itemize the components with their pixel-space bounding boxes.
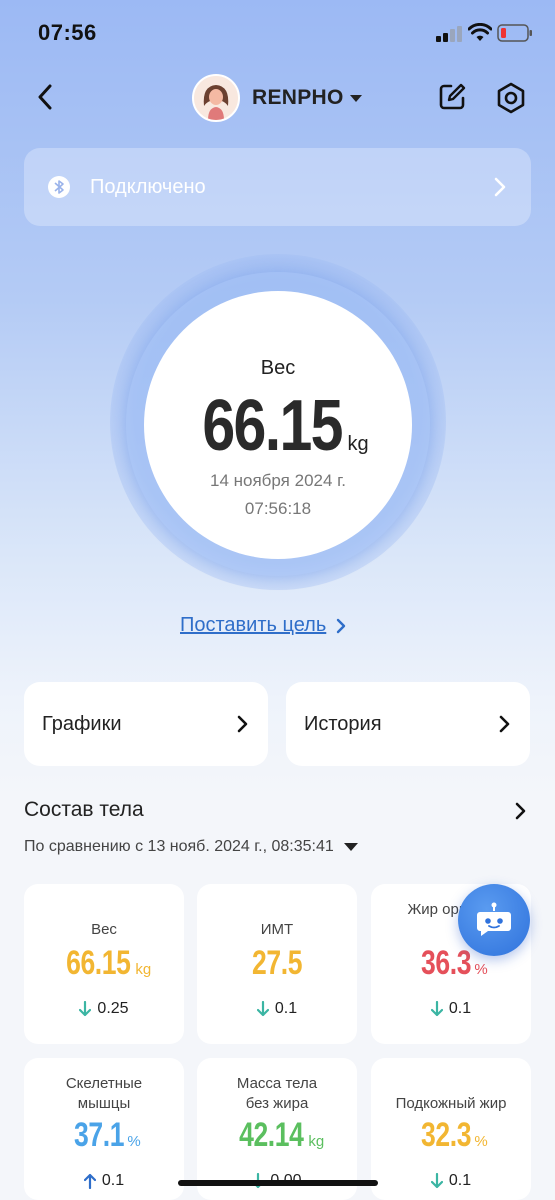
bluetooth-icon: [48, 176, 70, 198]
chevron-right-icon[interactable]: [515, 802, 527, 820]
chevron-right-icon: [499, 715, 510, 733]
metric-value: 32.3: [421, 1116, 472, 1154]
metric-value: 37.1: [74, 1116, 125, 1154]
chevron-right-icon: [237, 715, 248, 733]
weight-unit: kg: [347, 433, 369, 455]
gear-icon: [497, 82, 525, 114]
metric-value: 36.3: [421, 944, 472, 982]
weight-gauge[interactable]: Вес 66.15 kg 14 ноября 2024 г. 07:56:18: [144, 291, 412, 559]
user-avatar-icon: [194, 76, 238, 120]
metric-name: Подкожный жир: [395, 1095, 507, 1112]
metric-name: Скелетные мышцы: [24, 1074, 184, 1114]
metric-name: Масса тела без жира: [197, 1074, 357, 1114]
metric-value-row: 42.14 kg: [197, 1116, 357, 1155]
comparison-text: По сравнению с 13 нояб. 2024 г., 08:35:4…: [24, 838, 334, 855]
history-card[interactable]: История: [286, 682, 530, 766]
settings-button[interactable]: [495, 82, 527, 114]
metric-change: 0.1: [371, 1172, 531, 1190]
measurement-date: 14 ноября 2024 г.: [210, 471, 346, 490]
metric-unit: %: [127, 1133, 141, 1150]
metric-name-line-2: мышцы: [77, 1095, 131, 1112]
back-button[interactable]: [30, 82, 60, 112]
metric-card-subcutaneous-fat[interactable]: Подкожный жир 32.3 % 0.1: [371, 1058, 531, 1200]
metric-change-value: 0.1: [101, 1172, 125, 1189]
metric-value: 66.15: [65, 944, 131, 982]
metric-name-line-2: без жира: [245, 1095, 309, 1112]
charts-card[interactable]: Графики: [24, 682, 268, 766]
assistant-bot-button[interactable]: [458, 884, 530, 956]
metric-unit: kg: [135, 961, 152, 978]
metric-unit: %: [474, 1133, 488, 1150]
battery-icon: [497, 24, 532, 42]
profile-name: RENPHO: [252, 86, 344, 109]
dropdown-caret-icon: [343, 843, 358, 851]
metric-card-bmi[interactable]: ИМТ 27.5 0.1: [197, 884, 357, 1044]
profile-switcher[interactable]: RENPHO: [192, 74, 362, 122]
measurement-time: 07:56:18: [244, 499, 312, 518]
chevron-left-icon: [38, 84, 52, 110]
set-goal-label: Поставить цель: [180, 614, 327, 636]
connection-status-card[interactable]: Подключено: [24, 148, 531, 226]
metric-card-weight[interactable]: Вес 66.15 kg 0.25: [24, 884, 184, 1044]
metric-value-row: 27.5: [197, 944, 357, 983]
arrow-down-icon: [256, 1001, 269, 1017]
metric-change: 0.1: [24, 1172, 184, 1190]
metric-change: 0.1: [197, 1000, 357, 1018]
robot-chat-icon: [477, 902, 511, 936]
metric-name-line-1: Скелетные: [65, 1075, 143, 1092]
metric-value: 27.5: [251, 944, 303, 982]
weight-value: 66.15: [202, 386, 344, 466]
metric-name: Вес: [91, 921, 117, 938]
arrow-down-icon: [430, 1001, 443, 1017]
metric-change: 0.25: [24, 1000, 184, 1018]
metric-change-value: 0.1: [274, 1000, 298, 1017]
metric-change-value: 0.1: [448, 1000, 472, 1017]
arrow-up-icon: [83, 1173, 96, 1189]
metric-name: ИМТ: [260, 921, 294, 938]
body-composition-title[interactable]: Состав тела: [24, 798, 144, 822]
gauge-value-row: 66.15 kg: [144, 385, 412, 467]
status-bar: 07:56: [0, 0, 555, 66]
chevron-right-icon: [337, 618, 346, 633]
set-goal-link[interactable]: Поставить цель: [180, 614, 346, 637]
cellular-signal-icon: [436, 26, 462, 42]
dropdown-caret-icon: [349, 94, 362, 102]
metric-value-row: 32.3 %: [371, 1116, 531, 1155]
arrow-down-icon: [430, 1173, 443, 1189]
metric-change: 0.1: [371, 1000, 531, 1018]
connection-status-label: Подключено: [90, 175, 206, 198]
metric-card-skeletal-muscle[interactable]: Скелетные мышцы 37.1 % 0.1: [24, 1058, 184, 1200]
edit-button[interactable]: [437, 82, 467, 112]
avatar: [192, 74, 240, 122]
chevron-right-icon: [494, 177, 506, 197]
arrow-down-icon: [79, 1001, 92, 1017]
top-header: RENPHO: [0, 70, 555, 126]
history-card-label: История: [304, 712, 382, 735]
metric-value: 42.14: [238, 1116, 304, 1154]
edit-icon: [439, 83, 466, 110]
metric-name-line-1: Масса тела: [236, 1075, 318, 1092]
gauge-label: Вес: [260, 357, 296, 379]
metric-card-lean-mass[interactable]: Масса тела без жира 42.14 kg 0.00: [197, 1058, 357, 1200]
metric-change-value: 0.25: [97, 1000, 129, 1017]
metric-unit: %: [474, 961, 488, 978]
home-indicator: [178, 1180, 378, 1186]
status-time: 07:56: [38, 20, 97, 45]
metric-value-row: 37.1 %: [24, 1116, 184, 1155]
metric-change-value: 0.1: [448, 1172, 472, 1189]
comparison-selector[interactable]: По сравнению с 13 нояб. 2024 г., 08:35:4…: [24, 838, 358, 856]
metric-value-row: 66.15 kg: [24, 944, 184, 983]
metric-unit: kg: [308, 1133, 325, 1150]
charts-card-label: Графики: [42, 712, 122, 735]
wifi-icon: [468, 23, 492, 41]
